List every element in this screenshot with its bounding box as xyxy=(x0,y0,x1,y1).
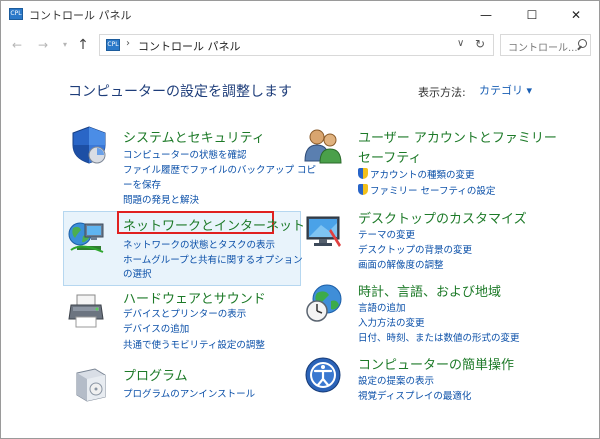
link-change-desktop-background[interactable]: デスクトップの背景の変更 xyxy=(358,242,472,256)
breadcrumb-separator-icon[interactable]: › xyxy=(126,38,130,49)
link-optimize-visual-display[interactable]: 視覚ディスプレイの最適化 xyxy=(358,388,471,402)
link-homegroup-sharing[interactable]: ホームグループと共有に関するオプション xyxy=(123,252,303,266)
shield-icon[interactable] xyxy=(69,125,109,165)
back-arrow-icon[interactable]: ← xyxy=(9,37,25,53)
forward-arrow-icon[interactable]: → xyxy=(35,37,51,53)
link-change-account-type[interactable]: アカウントの種類の変更 xyxy=(358,167,475,181)
address-bar[interactable]: CPL › コントロール パネル ∨ ↻ xyxy=(99,34,494,56)
users-icon[interactable] xyxy=(303,125,343,165)
address-dropdown-icon[interactable]: ∨ xyxy=(457,38,464,49)
minimize-button[interactable]: — xyxy=(463,1,509,29)
title-bar: CPL コントロール パネル — ☐ ✕ xyxy=(1,1,599,29)
link-family-safety-settings-label: ファミリー セーフティの設定 xyxy=(370,186,496,197)
programs-box-icon[interactable] xyxy=(71,363,111,403)
view-by-label: 表示方法: xyxy=(418,86,466,99)
ease-of-access-icon[interactable] xyxy=(303,355,343,395)
link-change-theme[interactable]: テーマの変更 xyxy=(358,227,415,241)
link-check-computer-status[interactable]: コンピューターの状態を確認 xyxy=(123,147,247,161)
link-change-input-method[interactable]: 入力方法の変更 xyxy=(358,315,425,329)
navigation-bar: ← → ▾ ↑ CPL › コントロール パネル ∨ ↻ コントロール... xyxy=(1,31,599,59)
printer-icon[interactable] xyxy=(67,291,107,331)
maximize-button[interactable]: ☐ xyxy=(509,1,555,29)
up-arrow-icon[interactable]: ↑ xyxy=(75,37,91,53)
refresh-icon[interactable]: ↻ xyxy=(475,37,485,51)
link-mobility-settings[interactable]: 共通で使うモビリティ設定の調整 xyxy=(123,337,265,351)
recent-locations-chevron-icon[interactable]: ▾ xyxy=(57,37,73,53)
control-panel-window: CPL コントロール パネル — ☐ ✕ ← → ▾ ↑ CPL › コントロー… xyxy=(0,0,600,439)
search-icon[interactable] xyxy=(577,38,589,52)
link-devices-printers[interactable]: デバイスとプリンターの表示 xyxy=(123,306,246,320)
page-heading: コンピューターの設定を調整します xyxy=(68,84,292,100)
search-input[interactable]: コントロール... xyxy=(500,34,591,56)
desktop-monitor-icon[interactable] xyxy=(303,211,343,251)
window-title: コントロール パネル xyxy=(29,9,132,22)
category-title-clock-language-region[interactable]: 時計、言語、および地域 xyxy=(358,281,501,300)
uac-shield-icon xyxy=(358,184,368,195)
link-change-account-type-label: アカウントの種類の変更 xyxy=(370,170,475,181)
link-network-status-tasks[interactable]: ネットワークの状態とタスクの表示 xyxy=(123,237,275,251)
category-title-hardware-sound[interactable]: ハードウェアとサウンド xyxy=(123,288,266,307)
link-uninstall-program[interactable]: プログラムのアンインストール xyxy=(123,386,255,400)
close-button[interactable]: ✕ xyxy=(553,1,599,29)
control-panel-small-icon: CPL xyxy=(106,39,120,51)
category-title-desktop-customization[interactable]: デスクトップのカスタマイズ xyxy=(358,208,527,227)
breadcrumb-control-panel[interactable]: コントロール パネル xyxy=(138,38,241,54)
category-title-user-accounts-line1[interactable]: ユーザー アカウントとファミリー xyxy=(358,127,557,146)
control-panel-app-icon: CPL xyxy=(9,8,23,20)
link-change-date-time-number-format[interactable]: 日付、時刻、または数値の形式の変更 xyxy=(358,330,520,344)
network-globe-icon[interactable] xyxy=(67,216,107,256)
category-title-ease-of-access[interactable]: コンピューターの簡単操作 xyxy=(358,354,514,373)
category-title-user-accounts-line2[interactable]: セーフティ xyxy=(358,147,421,166)
link-suggested-settings[interactable]: 設定の提案の表示 xyxy=(358,373,434,387)
category-title-programs[interactable]: プログラム xyxy=(123,365,188,384)
link-adjust-screen-resolution[interactable]: 画面の解像度の調整 xyxy=(358,257,444,271)
view-by-dropdown[interactable]: カテゴリ ▾ xyxy=(473,81,535,101)
link-troubleshoot[interactable]: 問題の発見と解決 xyxy=(123,192,199,206)
link-add-language[interactable]: 言語の追加 xyxy=(358,300,406,314)
link-homegroup-sharing-cont[interactable]: の選択 xyxy=(123,266,152,280)
link-family-safety-settings[interactable]: ファミリー セーフティの設定 xyxy=(358,183,495,197)
link-file-history-backup[interactable]: ファイル履歴でファイルのバックアップ コピ xyxy=(123,162,316,176)
search-placeholder: コントロール... xyxy=(508,43,578,54)
globe-clock-icon[interactable] xyxy=(305,283,345,323)
uac-shield-icon xyxy=(358,168,368,179)
link-add-device[interactable]: デバイスの追加 xyxy=(123,321,189,335)
category-title-system-security[interactable]: システムとセキュリティ xyxy=(123,127,265,146)
link-file-history-backup-cont[interactable]: ーを保存 xyxy=(123,177,161,191)
category-title-network-internet[interactable]: ネットワークとインターネット xyxy=(123,215,305,234)
